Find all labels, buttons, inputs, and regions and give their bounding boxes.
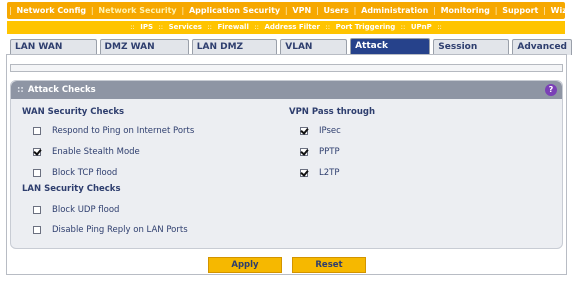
help-icon[interactable]: ? [545, 84, 557, 96]
subnav-port-triggering[interactable]: Port Triggering [336, 23, 396, 31]
block-udp-flood-label: Block UDP flood [52, 205, 120, 215]
stealth-mode-label: Enable Stealth Mode [52, 147, 140, 157]
apply-button[interactable]: Apply [208, 257, 282, 273]
nav-network-security[interactable]: Network Security [98, 6, 176, 15]
vpn-passthrough-title: VPN Pass through [289, 107, 376, 117]
subnav-upnp[interactable]: UPnP [411, 23, 432, 31]
ipsec-option[interactable]: IPsec [300, 126, 341, 136]
section-header: :: Attack Checks ? [11, 81, 562, 99]
disable-ping-lan-label: Disable Ping Reply on LAN Ports [52, 225, 188, 235]
nav-wizards[interactable]: Wizards [551, 6, 572, 15]
nav-support[interactable]: Support [502, 6, 538, 15]
ipsec-checkbox[interactable] [300, 127, 308, 135]
pptp-option[interactable]: PPTP [300, 147, 340, 157]
nav-network-config[interactable]: Network Config [17, 6, 87, 15]
stealth-mode-checkbox[interactable] [33, 148, 41, 156]
nav-administration[interactable]: Administration [361, 6, 428, 15]
subnav-ips[interactable]: IPS [140, 23, 153, 31]
pptp-checkbox[interactable] [300, 148, 308, 156]
block-tcp-flood-option[interactable]: Block TCP flood [33, 168, 117, 178]
grip-icon: :: [17, 85, 24, 95]
wan-security-title: WAN Security Checks [22, 107, 125, 117]
nav-application-security[interactable]: Application Security [189, 6, 280, 15]
lan-security-title: LAN Security Checks [22, 184, 121, 194]
block-tcp-flood-label: Block TCP flood [52, 168, 118, 178]
subnav-services[interactable]: Services [169, 23, 202, 31]
section-title: Attack Checks [27, 85, 96, 95]
subnav-address-filter[interactable]: Address Filter [264, 23, 320, 31]
stealth-mode-option[interactable]: Enable Stealth Mode [33, 147, 140, 157]
l2tp-checkbox[interactable] [300, 169, 308, 177]
disable-ping-lan-option[interactable]: Disable Ping Reply on LAN Ports [33, 225, 188, 235]
ipsec-label: IPsec [319, 126, 341, 136]
tab-advanced[interactable]: Advanced [512, 39, 572, 55]
nav-users[interactable]: Users [323, 6, 348, 15]
respond-ping-label: Respond to Ping on Internet Ports [52, 126, 195, 136]
tab-bar: LAN WAN Rules DMZ WAN Rules LAN DMZ Rule… [10, 38, 572, 67]
block-tcp-flood-checkbox[interactable] [33, 169, 41, 177]
respond-ping-option[interactable]: Respond to Ping on Internet Ports [33, 126, 194, 136]
block-udp-flood-option[interactable]: Block UDP flood [33, 205, 119, 215]
reset-button[interactable]: Reset [292, 257, 366, 273]
tab-dmz-wan-rules[interactable]: DMZ WAN Rules [99, 39, 189, 67]
disable-ping-lan-checkbox[interactable] [33, 226, 41, 234]
l2tp-option[interactable]: L2TP [300, 168, 339, 178]
tab-attack-checks[interactable]: Attack Checks [350, 38, 431, 66]
tab-lan-wan-rules[interactable]: LAN WAN Rules [10, 39, 97, 67]
tab-vlan-rules[interactable]: VLAN Rules [280, 39, 348, 67]
pptp-label: PPTP [319, 147, 340, 157]
sub-navigation: :: IPS :: Services :: Firewall :: Addres… [7, 21, 565, 34]
top-navigation: | Network Config | Network Security | Ap… [7, 2, 572, 19]
subnav-firewall[interactable]: Firewall [217, 23, 248, 31]
nav-monitoring[interactable]: Monitoring [441, 6, 490, 15]
respond-ping-checkbox[interactable] [33, 127, 41, 135]
l2tp-label: L2TP [319, 168, 340, 178]
tab-session-limit[interactable]: Session Limit [433, 39, 510, 67]
attack-checks-section: :: Attack Checks ? WAN Security Checks Re… [10, 80, 563, 249]
nav-vpn[interactable]: VPN [292, 6, 311, 15]
status-bar [10, 64, 563, 72]
tab-lan-dmz-rules[interactable]: LAN DMZ Rules [191, 39, 278, 67]
block-udp-flood-checkbox[interactable] [33, 206, 41, 214]
